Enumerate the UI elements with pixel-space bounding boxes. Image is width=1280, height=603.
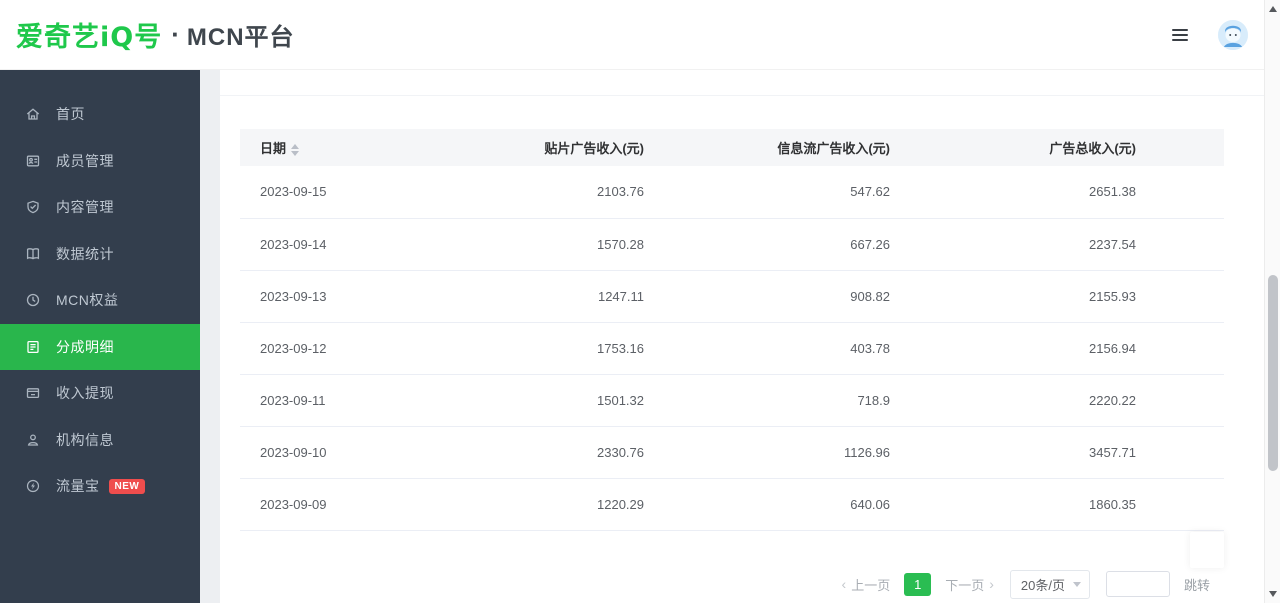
sidebar-item-members[interactable]: 成员管理 [0, 138, 200, 185]
cell-preroll-ad-revenue: 2330.76 [486, 426, 732, 478]
cell-preroll-ad-revenue: 1247.11 [486, 270, 732, 322]
sidebar-item-label: 首页 [56, 104, 85, 124]
table-row: 2023-09-12 1753.16 403.78 2156.94 [240, 322, 1224, 374]
sidebar-item-home[interactable]: 首页 [0, 91, 200, 138]
cell-total-ad-revenue: 2651.38 [978, 166, 1224, 218]
sidebar-item-label: 流量宝 [56, 476, 100, 496]
select-caret-down-icon [1073, 582, 1081, 587]
column-header-total-ad-revenue: 广告总收入(元) [978, 129, 1224, 166]
revenue-table-wrapper: 日期 贴片广告收入(元) 信息流广告收入(元) 广告总收入(元) 2023-09… [240, 129, 1224, 531]
cell-feed-ad-revenue: 667.26 [732, 218, 978, 270]
hamburger-menu-icon[interactable] [1172, 29, 1188, 41]
table-row: 2023-09-09 1220.29 640.06 1860.35 [240, 478, 1224, 530]
scrollbar-up-arrow-icon[interactable] [1269, 6, 1277, 12]
jump-page-input[interactable] [1106, 571, 1170, 597]
revenue-detail-icon [25, 339, 41, 355]
home-icon [25, 106, 41, 122]
traffic-bolt-icon [25, 478, 41, 494]
table-row: 2023-09-13 1247.11 908.82 2155.93 [240, 270, 1224, 322]
cell-date: 2023-09-13 [240, 270, 486, 322]
sidebar-item-org-person[interactable]: 机构信息 [0, 417, 200, 464]
page-size-select[interactable]: 20条/页 [1010, 570, 1090, 599]
cell-feed-ad-revenue: 1126.96 [732, 426, 978, 478]
cell-preroll-ad-revenue: 2103.76 [486, 166, 732, 218]
sidebar-item-revenue-detail[interactable]: 分成明细 [0, 324, 200, 371]
top-header-bar: 爱奇艺iQ号 · MCN平台 [0, 0, 1264, 70]
table-row: 2023-09-15 2103.76 547.62 2651.38 [240, 166, 1224, 218]
cell-feed-ad-revenue: 908.82 [732, 270, 978, 322]
current-page-button[interactable]: 1 [904, 573, 931, 596]
cell-total-ad-revenue: 2155.93 [978, 270, 1224, 322]
table-row: 2023-09-11 1501.32 718.9 2220.22 [240, 374, 1224, 426]
sidebar-item-withdraw-card[interactable]: 收入提现 [0, 370, 200, 417]
cell-preroll-ad-revenue: 1753.16 [486, 322, 732, 374]
sidebar-item-traffic-bolt[interactable]: 流量宝 NEW [0, 463, 200, 510]
sidebar-item-stats-book[interactable]: 数据统计 [0, 231, 200, 278]
pagination-bar: ‹ 上一页 1 下一页 › 20条/页 跳转 [220, 570, 1210, 599]
sidebar-item-label: 内容管理 [56, 197, 114, 217]
prev-page-button[interactable]: ‹ 上一页 [842, 575, 891, 594]
next-page-button[interactable]: 下一页 › [945, 575, 994, 594]
sidebar-item-label: 分成明细 [56, 337, 114, 357]
jump-page-button[interactable]: 跳转 [1184, 575, 1210, 594]
card-top-divider [220, 70, 1264, 96]
prev-arrow-icon: ‹ [842, 577, 847, 591]
members-icon [25, 153, 41, 169]
cell-date: 2023-09-09 [240, 478, 486, 530]
content-card: 日期 贴片广告收入(元) 信息流广告收入(元) 广告总收入(元) 2023-09… [220, 70, 1264, 603]
next-arrow-icon: › [989, 577, 994, 591]
cell-total-ad-revenue: 1860.35 [978, 478, 1224, 530]
cell-preroll-ad-revenue: 1570.28 [486, 218, 732, 270]
content-shield-icon [25, 199, 41, 215]
sidebar-item-label: 收入提现 [56, 383, 114, 403]
cell-feed-ad-revenue: 718.9 [732, 374, 978, 426]
cell-date: 2023-09-14 [240, 218, 486, 270]
window-scrollbar[interactable] [1264, 0, 1280, 603]
brand-logo-dot: · [171, 19, 180, 50]
cell-total-ad-revenue: 3457.71 [978, 426, 1224, 478]
user-avatar[interactable] [1218, 20, 1248, 50]
column-header-feed-ad-revenue: 信息流广告收入(元) [732, 129, 978, 166]
brand-logo-platform-text: MCN平台 [187, 17, 295, 52]
scrollbar-down-arrow-icon[interactable] [1269, 591, 1277, 597]
cell-date: 2023-09-15 [240, 166, 486, 218]
clock-icon [25, 292, 41, 308]
revenue-table: 日期 贴片广告收入(元) 信息流广告收入(元) 广告总收入(元) 2023-09… [240, 129, 1224, 531]
cell-date: 2023-09-11 [240, 374, 486, 426]
sidebar-nav: 首页 成员管理 内容管理 数据统计 MCN权益 分成明细 收入提现 机构信息 流… [0, 70, 200, 603]
main-content-area: 日期 贴片广告收入(元) 信息流广告收入(元) 广告总收入(元) 2023-09… [200, 70, 1264, 603]
topbar-right-controls [1172, 0, 1248, 70]
table-header-row: 日期 贴片广告收入(元) 信息流广告收入(元) 广告总收入(元) [240, 129, 1224, 166]
brand-logo-green-text: 爱奇艺iQ号 [16, 15, 162, 54]
brand-logo[interactable]: 爱奇艺iQ号 · MCN平台 [0, 15, 295, 54]
new-badge: NEW [109, 479, 146, 494]
sidebar-item-clock[interactable]: MCN权益 [0, 277, 200, 324]
cell-date: 2023-09-12 [240, 322, 486, 374]
withdraw-card-icon [25, 385, 41, 401]
column-header-preroll-ad-revenue: 贴片广告收入(元) [486, 129, 732, 166]
sidebar-item-label: MCN权益 [56, 290, 118, 310]
stats-book-icon [25, 246, 41, 262]
cell-feed-ad-revenue: 403.78 [732, 322, 978, 374]
back-to-top-widget[interactable] [1190, 532, 1224, 568]
avatar-cartoon-face-icon [1218, 20, 1248, 50]
cell-date: 2023-09-10 [240, 426, 486, 478]
cell-feed-ad-revenue: 547.62 [732, 166, 978, 218]
cell-total-ad-revenue: 2156.94 [978, 322, 1224, 374]
cell-preroll-ad-revenue: 1501.32 [486, 374, 732, 426]
sidebar-item-label: 机构信息 [56, 430, 114, 450]
cell-feed-ad-revenue: 640.06 [732, 478, 978, 530]
table-row: 2023-09-10 2330.76 1126.96 3457.71 [240, 426, 1224, 478]
sidebar-item-content-shield[interactable]: 内容管理 [0, 184, 200, 231]
sort-control-icon[interactable] [291, 144, 299, 156]
column-header-date: 日期 [240, 129, 486, 166]
sidebar-item-label: 数据统计 [56, 244, 114, 264]
org-person-icon [25, 432, 41, 448]
sidebar-item-label: 成员管理 [56, 151, 114, 171]
cell-preroll-ad-revenue: 1220.29 [486, 478, 732, 530]
table-row: 2023-09-14 1570.28 667.26 2237.54 [240, 218, 1224, 270]
cell-total-ad-revenue: 2237.54 [978, 218, 1224, 270]
scrollbar-thumb[interactable] [1268, 275, 1278, 471]
cell-total-ad-revenue: 2220.22 [978, 374, 1224, 426]
